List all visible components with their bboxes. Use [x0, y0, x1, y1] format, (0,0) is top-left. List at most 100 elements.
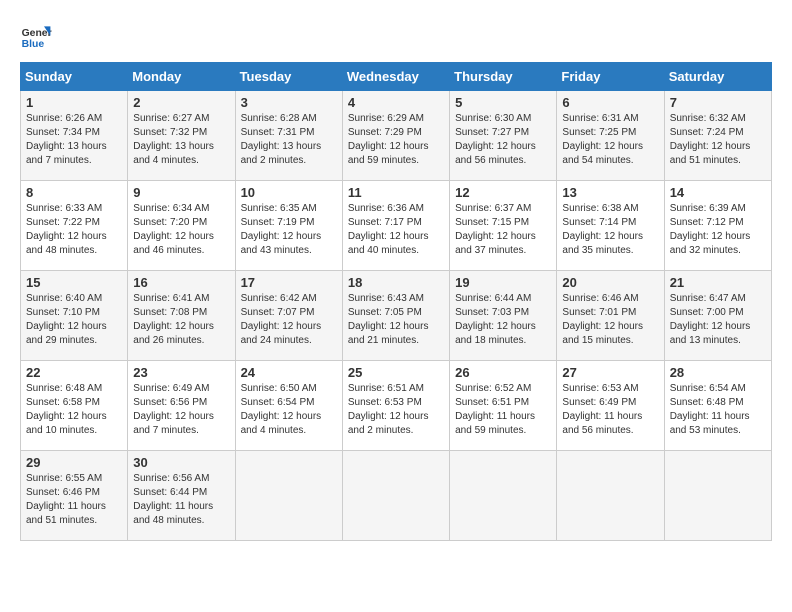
- day-info: Sunrise: 6:47 AMSunset: 7:00 PMDaylight:…: [670, 292, 766, 348]
- day-number: 8: [26, 185, 122, 200]
- calendar-cell: 30Sunrise: 6:56 AMSunset: 6:44 PMDayligh…: [128, 451, 235, 541]
- header-wednesday: Wednesday: [342, 63, 449, 91]
- day-info: Sunrise: 6:28 AMSunset: 7:31 PMDaylight:…: [241, 112, 337, 168]
- day-number: 26: [455, 365, 551, 380]
- day-number: 9: [133, 185, 229, 200]
- day-number: 21: [670, 275, 766, 290]
- header-sunday: Sunday: [21, 63, 128, 91]
- calendar-table: SundayMondayTuesdayWednesdayThursdayFrid…: [20, 62, 772, 541]
- calendar-cell: 13 Sunrise: 6:38 AMSunset: 7:14 PMDayligh…: [557, 181, 664, 271]
- day-number: 4: [348, 95, 444, 110]
- day-number: 15: [26, 275, 122, 290]
- day-info: Sunrise: 6:32 AMSunset: 7:24 PMDaylight:…: [670, 112, 766, 168]
- day-info: Sunrise: 6:53 AMSunset: 6:49 PMDaylight:…: [562, 382, 658, 438]
- day-info: Sunrise: 6:51 AMSunset: 6:53 PMDaylight:…: [348, 382, 444, 438]
- calendar-cell: 3 Sunrise: 6:28 AMSunset: 7:31 PMDaylight…: [235, 91, 342, 181]
- calendar-week-3: 15 Sunrise: 6:40 AMSunset: 7:10 PMDayligh…: [21, 271, 772, 361]
- day-number: 28: [670, 365, 766, 380]
- calendar-cell: [342, 451, 449, 541]
- day-number: 25: [348, 365, 444, 380]
- calendar-cell: 1 Sunrise: 6:26 AMSunset: 7:34 PMDaylight…: [21, 91, 128, 181]
- day-info: Sunrise: 6:56 AMSunset: 6:44 PMDaylight:…: [133, 472, 229, 528]
- calendar-cell: 5 Sunrise: 6:30 AMSunset: 7:27 PMDaylight…: [450, 91, 557, 181]
- day-number: 23: [133, 365, 229, 380]
- calendar-cell: 11Sunrise: 6:36 AMSunset: 7:17 PMDayligh…: [342, 181, 449, 271]
- calendar-cell: [450, 451, 557, 541]
- day-info: Sunrise: 6:41 AMSunset: 7:08 PMDaylight:…: [133, 292, 229, 348]
- calendar-week-2: 8Sunrise: 6:33 AMSunset: 7:22 PMDaylight…: [21, 181, 772, 271]
- calendar-cell: 19Sunrise: 6:44 AMSunset: 7:03 PMDayligh…: [450, 271, 557, 361]
- calendar-cell: 8Sunrise: 6:33 AMSunset: 7:22 PMDaylight…: [21, 181, 128, 271]
- day-info: Sunrise: 6:43 AMSunset: 7:05 PMDaylight:…: [348, 292, 444, 348]
- calendar-week-4: 22 Sunrise: 6:48 AMSunset: 6:58 PMDayligh…: [21, 361, 772, 451]
- logo-icon: General Blue: [20, 20, 52, 52]
- day-number: 18: [348, 275, 444, 290]
- calendar-cell: 2 Sunrise: 6:27 AMSunset: 7:32 PMDaylight…: [128, 91, 235, 181]
- day-info: Sunrise: 6:55 AMSunset: 6:46 PMDaylight:…: [26, 472, 122, 528]
- calendar-cell: 16 Sunrise: 6:41 AMSunset: 7:08 PMDayligh…: [128, 271, 235, 361]
- calendar-cell: 22 Sunrise: 6:48 AMSunset: 6:58 PMDayligh…: [21, 361, 128, 451]
- day-number: 29: [26, 455, 122, 470]
- calendar-cell: 29 Sunrise: 6:55 AMSunset: 6:46 PMDayligh…: [21, 451, 128, 541]
- day-info: Sunrise: 6:49 AMSunset: 6:56 PMDaylight:…: [133, 382, 229, 438]
- day-info: Sunrise: 6:38 AMSunset: 7:14 PMDaylight:…: [562, 202, 658, 258]
- header-thursday: Thursday: [450, 63, 557, 91]
- calendar-cell: 4 Sunrise: 6:29 AMSunset: 7:29 PMDaylight…: [342, 91, 449, 181]
- day-number: 24: [241, 365, 337, 380]
- day-number: 22: [26, 365, 122, 380]
- header-tuesday: Tuesday: [235, 63, 342, 91]
- calendar-week-5: 29 Sunrise: 6:55 AMSunset: 6:46 PMDayligh…: [21, 451, 772, 541]
- calendar-cell: 24 Sunrise: 6:50 AMSunset: 6:54 PMDayligh…: [235, 361, 342, 451]
- calendar-cell: 9 Sunrise: 6:34 AMSunset: 7:20 PMDaylight…: [128, 181, 235, 271]
- day-number: 14: [670, 185, 766, 200]
- svg-text:Blue: Blue: [22, 39, 45, 50]
- calendar-cell: 17 Sunrise: 6:42 AMSunset: 7:07 PMDayligh…: [235, 271, 342, 361]
- calendar-cell: 26 Sunrise: 6:52 AMSunset: 6:51 PMDayligh…: [450, 361, 557, 451]
- calendar-cell: 25 Sunrise: 6:51 AMSunset: 6:53 PMDayligh…: [342, 361, 449, 451]
- day-number: 7: [670, 95, 766, 110]
- day-info: Sunrise: 6:36 AMSunset: 7:17 PMDaylight:…: [348, 202, 444, 258]
- day-number: 13: [562, 185, 658, 200]
- day-info: Sunrise: 6:40 AMSunset: 7:10 PMDaylight:…: [26, 292, 122, 348]
- calendar-cell: 7 Sunrise: 6:32 AMSunset: 7:24 PMDaylight…: [664, 91, 771, 181]
- day-info: Sunrise: 6:34 AMSunset: 7:20 PMDaylight:…: [133, 202, 229, 258]
- calendar-cell: 14 Sunrise: 6:39 AMSunset: 7:12 PMDayligh…: [664, 181, 771, 271]
- day-number: 17: [241, 275, 337, 290]
- day-info: Sunrise: 6:54 AMSunset: 6:48 PMDaylight:…: [670, 382, 766, 438]
- day-info: Sunrise: 6:42 AMSunset: 7:07 PMDaylight:…: [241, 292, 337, 348]
- day-number: 16: [133, 275, 229, 290]
- calendar-cell: 20Sunrise: 6:46 AMSunset: 7:01 PMDayligh…: [557, 271, 664, 361]
- calendar-cell: [664, 451, 771, 541]
- day-number: 10: [241, 185, 337, 200]
- calendar-cell: 21 Sunrise: 6:47 AMSunset: 7:00 PMDayligh…: [664, 271, 771, 361]
- day-number: 2: [133, 95, 229, 110]
- day-info: Sunrise: 6:35 AMSunset: 7:19 PMDaylight:…: [241, 202, 337, 258]
- day-info: Sunrise: 6:27 AMSunset: 7:32 PMDaylight:…: [133, 112, 229, 168]
- calendar-cell: 6 Sunrise: 6:31 AMSunset: 7:25 PMDaylight…: [557, 91, 664, 181]
- calendar-cell: 28 Sunrise: 6:54 AMSunset: 6:48 PMDayligh…: [664, 361, 771, 451]
- calendar-body: 1 Sunrise: 6:26 AMSunset: 7:34 PMDaylight…: [21, 91, 772, 541]
- day-number: 27: [562, 365, 658, 380]
- day-number: 3: [241, 95, 337, 110]
- day-info: Sunrise: 6:26 AMSunset: 7:34 PMDaylight:…: [26, 112, 122, 168]
- logo: General Blue: [20, 20, 56, 52]
- day-info: Sunrise: 6:30 AMSunset: 7:27 PMDaylight:…: [455, 112, 551, 168]
- day-info: Sunrise: 6:52 AMSunset: 6:51 PMDaylight:…: [455, 382, 551, 438]
- calendar-cell: [557, 451, 664, 541]
- calendar-week-1: 1 Sunrise: 6:26 AMSunset: 7:34 PMDaylight…: [21, 91, 772, 181]
- day-info: Sunrise: 6:48 AMSunset: 6:58 PMDaylight:…: [26, 382, 122, 438]
- calendar-cell: 23 Sunrise: 6:49 AMSunset: 6:56 PMDayligh…: [128, 361, 235, 451]
- calendar-cell: 10 Sunrise: 6:35 AMSunset: 7:19 PMDayligh…: [235, 181, 342, 271]
- day-info: Sunrise: 6:50 AMSunset: 6:54 PMDaylight:…: [241, 382, 337, 438]
- day-number: 12: [455, 185, 551, 200]
- header-saturday: Saturday: [664, 63, 771, 91]
- day-number: 1: [26, 95, 122, 110]
- day-number: 6: [562, 95, 658, 110]
- day-number: 20: [562, 275, 658, 290]
- day-info: Sunrise: 6:39 AMSunset: 7:12 PMDaylight:…: [670, 202, 766, 258]
- calendar-cell: 12Sunrise: 6:37 AMSunset: 7:15 PMDayligh…: [450, 181, 557, 271]
- day-info: Sunrise: 6:29 AMSunset: 7:29 PMDaylight:…: [348, 112, 444, 168]
- day-info: Sunrise: 6:31 AMSunset: 7:25 PMDaylight:…: [562, 112, 658, 168]
- day-number: 5: [455, 95, 551, 110]
- header-monday: Monday: [128, 63, 235, 91]
